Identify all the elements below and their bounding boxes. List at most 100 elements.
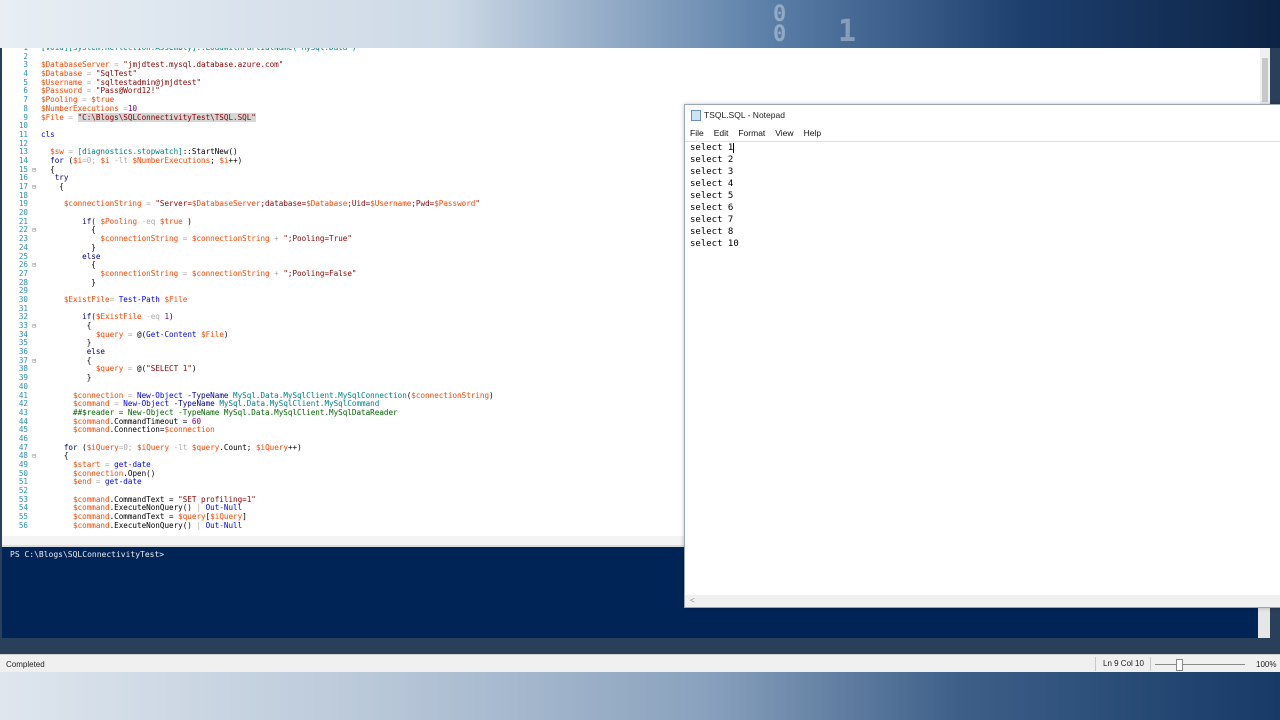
code-token: $connectionString: [41, 268, 179, 278]
code-token: -eq: [141, 312, 165, 322]
scroll-left-icon[interactable]: <: [690, 596, 695, 605]
fold-toggle-icon: [32, 305, 41, 314]
fold-toggle-icon[interactable]: ⊟: [32, 452, 41, 461]
code-line[interactable]: 11 cls: [2, 130, 494, 140]
code-token: =: [63, 147, 78, 157]
status-text: Completed: [6, 660, 45, 669]
code-token: "C:\Blogs\SQLConnectivityTest\TSQL.SQL": [77, 112, 256, 122]
code-token: ): [489, 390, 494, 400]
notepad-title-bar[interactable]: TSQL.SQL - Notepad: [685, 105, 1280, 125]
code-token: New-Object: [137, 390, 188, 400]
background-digit: 1: [838, 14, 857, 49]
code-token: |: [196, 520, 206, 530]
code-token: ): [223, 329, 229, 339]
fold-toggle-icon[interactable]: ⊟: [32, 357, 41, 366]
code-token: New-Object: [123, 399, 174, 409]
code-token: }: [41, 277, 96, 287]
code-token: $Password: [434, 199, 476, 209]
fold-toggle-icon[interactable]: ⊟: [32, 166, 41, 175]
code-line[interactable]: 39 }: [2, 373, 494, 383]
menu-format[interactable]: Format: [733, 125, 770, 141]
text-line: select 1: [685, 142, 1280, 154]
notepad-horizontal-scrollbar[interactable]: <: [685, 595, 1280, 607]
console-prompt[interactable]: PS C:\Blogs\SQLConnectivityTest>: [10, 550, 164, 559]
code-token: ;Uid=: [347, 199, 371, 209]
zoom-slider[interactable]: [1155, 664, 1245, 665]
fold-toggle-icon: [32, 513, 41, 522]
code-token: {: [41, 182, 64, 191]
menu-edit[interactable]: Edit: [709, 125, 734, 141]
code-line[interactable]: 9 $File = "C:\Blogs\SQLConnectivityTest\T…: [2, 112, 494, 123]
code-line[interactable]: 15 ⊟ {: [2, 164, 494, 175]
code-token: $iQuery: [86, 442, 119, 452]
code-line[interactable]: 56 $command.ExecuteNonQuery() | Out-Null: [2, 520, 494, 531]
code-token: ]: [242, 512, 247, 522]
code-line[interactable]: 19 $connectionString = "Server=$Database…: [2, 200, 494, 209]
fold-toggle-icon[interactable]: ⊟: [32, 261, 41, 270]
menu-file[interactable]: File: [685, 125, 709, 141]
code-token: =: [100, 460, 115, 469]
fold-toggle-icon: [32, 122, 41, 131]
code-token: $iQuery: [210, 512, 243, 522]
code-token: "SELECT 1": [146, 364, 192, 374]
text-caret: [733, 142, 735, 153]
code-token: else: [41, 347, 106, 357]
fold-toggle-icon: [32, 313, 41, 322]
notepad-window[interactable]: TSQL.SQL - Notepad File Edit Format View…: [684, 104, 1280, 608]
code-token: $Database: [41, 69, 83, 79]
scrollbar-thumb[interactable]: [1262, 58, 1268, 102]
code-line[interactable]: 10: [2, 121, 494, 131]
code-area[interactable]: 1[void][System.Reflection.Assembly]::Loa…: [2, 48, 494, 531]
code-token: ": [475, 199, 480, 209]
code-line[interactable]: 30 $ExistFile= Test-Path $File: [2, 294, 494, 305]
code-token: =: [77, 95, 92, 105]
fold-toggle-icon[interactable]: ⊟: [32, 183, 41, 192]
fold-toggle-icon: [32, 296, 41, 305]
code-token: $Username: [370, 199, 412, 209]
code-text: $command.Connection=$connection: [41, 425, 215, 435]
code-token: .Count;: [219, 442, 256, 452]
text-line: select 5: [690, 191, 734, 201]
code-token: =: [63, 112, 78, 122]
code-token: @(: [137, 329, 147, 339]
code-token: }: [41, 373, 92, 383]
code-token: $true: [159, 216, 183, 226]
code-token: $command: [41, 503, 110, 513]
code-token: get-date: [114, 460, 151, 469]
menu-help[interactable]: Help: [799, 125, 826, 141]
code-line[interactable]: 47 for ($iQuery=0; $iQuery -lt $query.Co…: [2, 442, 494, 453]
code-token: -TypeName: [187, 390, 234, 400]
code-token: $ExistFile: [41, 294, 110, 304]
fold-toggle-icon: [32, 418, 41, 427]
code-token: $start: [41, 460, 101, 469]
code-token: =: [178, 234, 192, 244]
code-token: {: [41, 164, 55, 174]
text-line-content: select 1: [690, 143, 734, 153]
fold-toggle-icon: [32, 200, 41, 209]
menu-view[interactable]: View: [770, 125, 798, 141]
fold-toggle-icon[interactable]: ⊟: [32, 322, 41, 331]
fold-toggle-icon[interactable]: ⊟: [32, 226, 41, 235]
fold-toggle-icon: [32, 461, 41, 470]
code-token: -eq: [137, 216, 160, 226]
code-text: cls: [41, 130, 55, 140]
code-line[interactable]: 14 for ($i=0; $i -lt $NumberExecutions; …: [2, 156, 494, 166]
notepad-text-area[interactable]: select 1 select 2 select 3 select 4 sele…: [685, 141, 1280, 596]
code-line[interactable]: 16 try: [2, 173, 494, 183]
code-token: "sqltestadmin@jmjdtest": [95, 77, 202, 87]
code-line[interactable]: 17 ⊟ {: [2, 182, 494, 192]
code-text: $ExistFile= Test-Path $File: [41, 294, 187, 305]
fold-toggle-icon: [32, 148, 41, 157]
code-token: -lt: [169, 442, 192, 452]
notepad-icon: [691, 110, 701, 121]
desktop-background-bottom: [0, 672, 1280, 720]
code-line[interactable]: 45 $command.Connection=$connection: [2, 425, 494, 435]
code-token: else: [41, 251, 101, 261]
zoom-slider-thumb[interactable]: [1176, 659, 1183, 671]
code-token: .Connection=: [109, 425, 165, 435]
code-token: {: [41, 355, 92, 365]
code-line[interactable]: 28 }: [2, 277, 494, 288]
fold-toggle-icon: [32, 157, 41, 166]
code-line[interactable]: 51 $end = get-date: [2, 478, 494, 487]
code-token: "Pass@Word12!": [95, 86, 160, 96]
